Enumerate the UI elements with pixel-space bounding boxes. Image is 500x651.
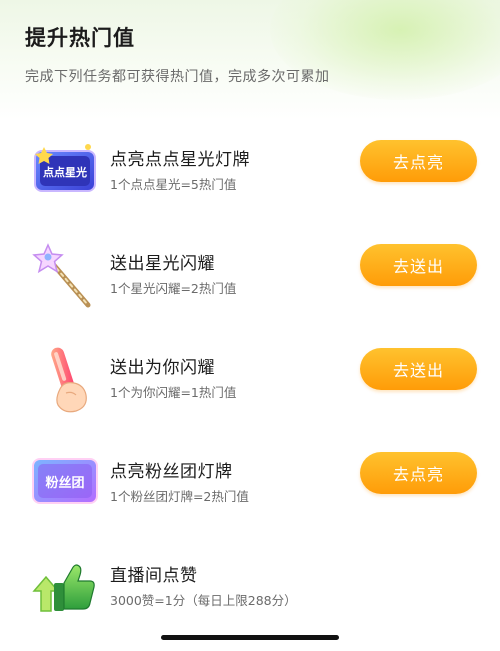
task-name: 点亮粉丝团灯牌 [110,462,233,482]
task-name: 直播间点赞 [110,566,198,586]
task-star-shine: 送出星光闪耀 1个星光闪耀=2热门值 去送出 [0,235,500,315]
sign-text: 点点星光 [43,165,87,179]
task-desc: 1个星光闪耀=2热门值 [110,281,237,296]
fan-club-sign-icon: 粉丝团 [30,449,100,519]
star-light-sign-icon: 点点星光 [30,137,100,207]
send-button[interactable]: 去送出 [360,244,477,286]
task-desc: 1个点点星光=5热门值 [110,177,237,192]
task-shine-for-you: 送出为你闪耀 1个为你闪耀=1热门值 去送出 [0,339,500,419]
task-name: 送出星光闪耀 [110,254,215,274]
star-wand-icon [30,241,100,311]
header: 提升热门值 完成下列任务都可获得热门值，完成多次可累加 [25,22,330,86]
task-like-stream: 直播间点赞 3000赞=1分（每日上限288分） [0,547,500,627]
light-up-button[interactable]: 去点亮 [360,452,477,494]
task-desc: 1个为你闪耀=1热门值 [110,385,237,400]
page-subtitle: 完成下列任务都可获得热门值，完成多次可累加 [25,69,330,85]
sign-text: 粉丝团 [45,475,84,491]
thumbs-up-icon [30,553,100,623]
page-title: 提升热门值 [25,26,135,50]
task-desc: 3000赞=1分（每日上限288分） [110,593,297,608]
task-fan-club-sign: 粉丝团 点亮粉丝团灯牌 1个粉丝团灯牌=2热门值 去点亮 [0,443,500,523]
glow-stick-icon [30,345,100,415]
task-star-light-sign: 点点星光 点亮点点星光灯牌 1个点点星光=5热门值 去点亮 [0,131,500,211]
task-desc: 1个粉丝团灯牌=2热门值 [110,489,249,504]
send-button[interactable]: 去送出 [360,348,477,390]
home-indicator[interactable] [161,635,339,640]
task-name: 送出为你闪耀 [110,358,215,378]
task-name: 点亮点点星光灯牌 [110,150,250,170]
light-up-button[interactable]: 去点亮 [360,140,477,182]
